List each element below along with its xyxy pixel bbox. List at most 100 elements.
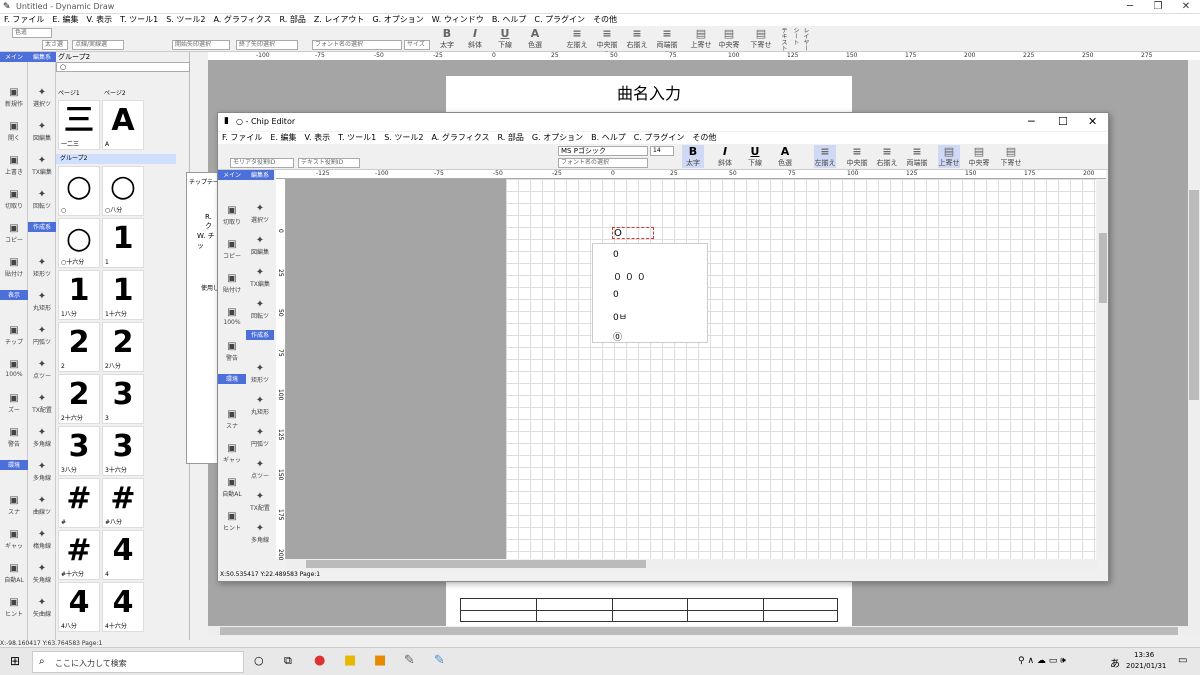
chip-cell[interactable]: 1 1十六分	[102, 270, 144, 320]
ce-tool[interactable]: 環境	[218, 374, 246, 384]
ce-tool[interactable]: 作成系	[246, 330, 274, 340]
bold-button[interactable]: B 太字	[436, 27, 458, 50]
align-left-button[interactable]: ≡ 左揃え	[566, 27, 588, 50]
valign-bottom-button[interactable]: ▤ 下寄せ	[1000, 145, 1022, 168]
ce-tool[interactable]: ▣ ヒント	[218, 510, 246, 540]
chip-cell[interactable]: # #八分	[102, 478, 144, 528]
menu-item[interactable]: その他	[688, 132, 720, 144]
ce-tool[interactable]: ▣ スナ	[218, 408, 246, 438]
chip-cell[interactable]: 2 2八分	[102, 322, 144, 372]
ce-tool[interactable]: 編集系	[246, 170, 274, 180]
left-tool[interactable]: ▣ スナ	[0, 494, 28, 524]
explorer-icon[interactable]: ■	[344, 653, 356, 668]
ce-tool[interactable]: ✦ TX編集	[246, 266, 274, 294]
menu-item[interactable]: T. ツール1	[116, 14, 162, 26]
ime-candidate[interactable]: ⓪	[613, 330, 622, 343]
ce-tool[interactable]: ✦ 円弧ツ	[246, 426, 274, 454]
chip-editor-hscroll[interactable]	[286, 559, 1098, 569]
menu-item[interactable]: S. ツール2	[380, 132, 427, 144]
maximize-icon[interactable]: ❐	[1144, 0, 1172, 14]
chip-editor-vscroll[interactable]	[1098, 179, 1108, 559]
dash-dropdown[interactable]: 点線/実線選	[72, 40, 124, 50]
left-tool[interactable]: ▣ 自動AL	[0, 562, 28, 592]
tray-icons[interactable]: ⚲ ∧ ☁ ▭ 🕪	[1018, 656, 1066, 666]
left-tool[interactable]: ▣ 警告	[0, 426, 28, 456]
vertical-scrollbar[interactable]	[1188, 60, 1200, 630]
font-dropdown[interactable]: フォント名の選択	[312, 40, 402, 50]
left-tool[interactable]: 環境	[0, 460, 28, 470]
tool-button[interactable]: ✦ TX配置	[28, 392, 56, 422]
menu-item[interactable]: B. ヘルプ	[587, 132, 630, 144]
menu-item[interactable]: C. プラグイン	[630, 132, 689, 144]
tool-button[interactable]: ✦ 図編集	[28, 120, 56, 150]
bold-button[interactable]: B 太字	[682, 145, 704, 168]
italic-button[interactable]: I 斜体	[464, 27, 486, 50]
left-tool[interactable]: ▣ チップ	[0, 324, 28, 354]
chip-cell[interactable]: ○ ○八分	[102, 166, 144, 216]
ime-candidate[interactable]: 0ㅂ	[613, 310, 627, 323]
left-tool[interactable]: 表示	[0, 290, 28, 300]
ime-candidate[interactable]: ０ ０ ０	[613, 270, 646, 283]
menu-item[interactable]: V. 表示	[83, 14, 117, 26]
windows-start-icon[interactable]: ⊞	[10, 654, 20, 668]
chip-cell[interactable]: 1 1八分	[58, 270, 100, 320]
left-tool[interactable]: ▣ 新規作	[0, 86, 28, 116]
menu-item[interactable]: R. 部品	[494, 132, 528, 144]
app-icon-2[interactable]: ✎	[404, 653, 415, 668]
tool-button[interactable]: ✦ 丸矩形	[28, 290, 56, 320]
layer-tab[interactable]: レイヤー	[800, 27, 810, 51]
underline-button[interactable]: U 下線	[494, 27, 516, 50]
menu-item[interactable]: T. ツール1	[334, 132, 380, 144]
start-arrow-dropdown[interactable]: 開始矢印選択	[172, 40, 230, 50]
menu-item[interactable]: A. グラフィクス	[427, 132, 493, 144]
ce-tool[interactable]: ▣ 警告	[218, 340, 246, 370]
sheet-tab[interactable]: シート	[790, 27, 800, 45]
thick-dropdown[interactable]: 太さ選	[42, 40, 68, 50]
chip-cell[interactable]: 2 2十六分	[58, 374, 100, 424]
taskview-icon[interactable]: ⧉	[284, 654, 292, 668]
left-tool[interactable]: ▣ ヒント	[0, 596, 28, 626]
tool-button[interactable]: ✦ 楕角線	[28, 528, 56, 558]
app-icon-1[interactable]: ■	[374, 653, 386, 668]
left-tool[interactable]: ▣ ズー	[0, 392, 28, 422]
ce-tool[interactable]: ▣ 100%	[218, 306, 246, 336]
close-icon[interactable]: ✕	[1172, 0, 1200, 14]
valign-middle-button[interactable]: ▤ 中央寄	[968, 145, 990, 168]
maximize-icon[interactable]: ☐	[1058, 115, 1068, 128]
left-tool[interactable]: メイン	[0, 52, 28, 62]
size-dropdown[interactable]: サイズ	[404, 40, 430, 50]
left-tool[interactable]: ▣ 切取り	[0, 188, 28, 218]
modifier-dropdown[interactable]: モリアタ役割ID	[230, 158, 294, 168]
chip-editor-canvas[interactable]: O 0 ０ ０ ０ 0 0ㅂ ⓪	[506, 179, 1096, 559]
left-tool[interactable]: ▣ 開く	[0, 120, 28, 150]
ce-tool[interactable]: ✦ 図編集	[246, 234, 274, 262]
font-select-label[interactable]: フォント名の選択	[558, 158, 648, 168]
app-icon-3[interactable]: ✎	[434, 653, 445, 668]
close-icon[interactable]: ✕	[1088, 115, 1097, 128]
chip-cell[interactable]: 三一二三	[58, 100, 100, 150]
clock-date[interactable]: 2021/01/31	[1126, 662, 1166, 670]
page-title[interactable]: 曲名入力	[446, 80, 852, 104]
chip-cell[interactable]: # #	[58, 478, 100, 528]
size-dropdown[interactable]: 14	[650, 146, 674, 156]
textcolor-button[interactable]: A 色選	[774, 145, 796, 168]
ce-tool[interactable]: ✦ 矩形ツ	[246, 362, 274, 390]
tool-button[interactable]: ✦ 選択ツ	[28, 86, 56, 116]
valign-bottom-button[interactable]: ▤ 下寄せ	[750, 27, 772, 50]
left-tool[interactable]: ▣ 貼付け	[0, 256, 28, 286]
ce-tool[interactable]: ▣ 貼付け	[218, 272, 246, 302]
tool-button[interactable]: ✦ 矢曲線	[28, 596, 56, 626]
valign-middle-button[interactable]: ▤ 中央寄	[718, 27, 740, 50]
menu-item[interactable]: C. プラグイン	[530, 14, 589, 26]
dialog-w-menu[interactable]: W. チッ	[197, 231, 219, 251]
ce-tool[interactable]: ✦ 丸矩形	[246, 394, 274, 422]
text-tab[interactable]: テキスト	[778, 27, 788, 51]
menu-item[interactable]: G. オプション	[368, 14, 427, 26]
chip-cell[interactable]: 22	[58, 322, 100, 372]
chip-cell[interactable]: 4 4八分	[58, 582, 100, 632]
ce-tool[interactable]: ✦ 多角線	[246, 522, 274, 550]
end-arrow-dropdown[interactable]: 終了矢印選択	[236, 40, 298, 50]
valign-top-button[interactable]: ▤ 上寄せ	[938, 145, 960, 168]
valign-top-button[interactable]: ▤ 上寄せ	[690, 27, 712, 50]
minimize-icon[interactable]: ─	[1116, 0, 1144, 14]
